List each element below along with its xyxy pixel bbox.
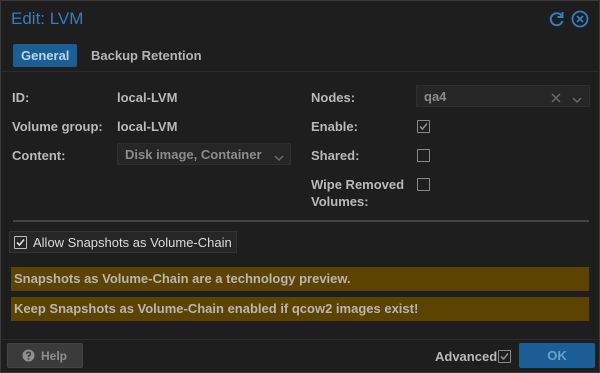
tab-general[interactable]: General [13,44,78,67]
tab-backup-retention[interactable]: Backup Retention [83,44,210,67]
id-value: local-LVM [117,90,178,105]
content-label: Content: [12,148,66,163]
ok-button[interactable]: OK [519,343,595,368]
nodes-select-value: qa4 [424,89,447,104]
chevron-down-icon[interactable] [274,150,284,165]
wipe-removed-label-line1: Wipe Removed [311,177,405,192]
tab-bar: General Backup Retention [1,41,599,72]
warning-tech-preview: Snapshots as Volume-Chain are a technolo… [11,267,589,291]
wipe-removed-label-line2: Volumes: [311,194,369,209]
shared-label: Shared: [311,148,360,163]
dialog-title: Edit: LVM [11,9,84,28]
advanced-checkbox[interactable] [498,350,511,363]
reset-icon[interactable] [548,10,566,28]
dialog-footer: Help Advanced OK [1,339,599,373]
content-select[interactable]: Disk image, Container [117,143,291,165]
allow-snapshots-checkbox[interactable] [14,236,27,249]
id-label: ID: [12,90,30,105]
allow-snapshots-label: Allow Snapshots as Volume-Chain [33,235,232,250]
question-icon [22,349,35,365]
close-icon[interactable] [571,10,589,28]
nodes-select[interactable]: qa4 [416,85,590,107]
enable-checkbox[interactable] [417,120,430,133]
dialog-titlebar[interactable]: Edit: LVM [1,1,599,37]
help-button[interactable]: Help [7,343,83,368]
nodes-label: Nodes: [311,90,356,105]
enable-label: Enable: [311,119,358,134]
volume-group-label: Volume group: [12,119,103,134]
volume-group-value: local-LVM [117,119,178,134]
warning-keep-enabled: Keep Snapshots as Volume-Chain enabled i… [11,297,589,321]
clear-icon[interactable] [551,91,561,106]
wipe-removed-checkbox[interactable] [417,178,430,191]
help-button-label: Help [41,349,68,363]
section-divider [13,220,589,222]
advanced-label: Advanced [435,349,498,364]
allow-snapshots-option[interactable]: Allow Snapshots as Volume-Chain [9,231,237,253]
chevron-down-icon[interactable] [572,92,582,107]
content-select-value: Disk image, Container [125,147,262,162]
ok-button-label: OK [547,348,567,363]
shared-checkbox[interactable] [417,149,430,162]
edit-lvm-dialog: Edit: LVM General Backup Retention ID: l… [0,0,600,373]
